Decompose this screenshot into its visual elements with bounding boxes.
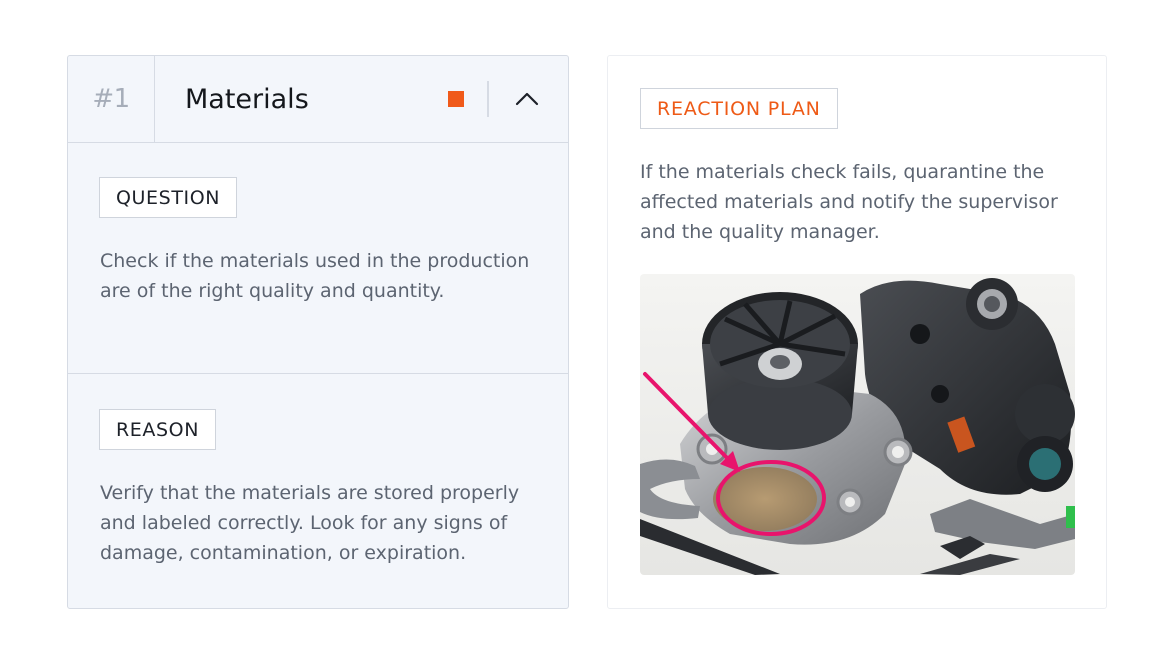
- status-indicator: [448, 91, 464, 107]
- annotation-circle: [716, 460, 826, 536]
- part-photo: [640, 274, 1075, 575]
- card-header: #1 Materials: [68, 56, 568, 143]
- reaction-plan-tag: REACTION PLAN: [640, 88, 838, 129]
- reason-section: REASON Verify that the materials are sto…: [68, 374, 568, 609]
- chevron-up-icon: [515, 92, 539, 106]
- header-divider: [487, 81, 489, 117]
- reason-tag: REASON: [99, 409, 217, 450]
- reason-text: Verify that the materials are stored pro…: [100, 482, 520, 564]
- question-text: Check if the materials used in the produ…: [100, 250, 530, 302]
- item-number: #1: [68, 56, 155, 142]
- annotation-overlay: [643, 372, 826, 536]
- reaction-plan-card: REACTION PLAN If the materials check fai…: [607, 55, 1107, 609]
- item-title: Materials: [185, 83, 309, 115]
- question-section: QUESTION Check if the materials used in …: [68, 143, 568, 374]
- annotation-arrow: [643, 372, 735, 466]
- reaction-plan-text: If the materials check fails, quarantine…: [640, 161, 1058, 243]
- collapse-button[interactable]: [508, 80, 546, 118]
- question-tag: QUESTION: [99, 177, 238, 218]
- checklist-item-card: #1 Materials QUESTION Check if the mater…: [67, 55, 569, 609]
